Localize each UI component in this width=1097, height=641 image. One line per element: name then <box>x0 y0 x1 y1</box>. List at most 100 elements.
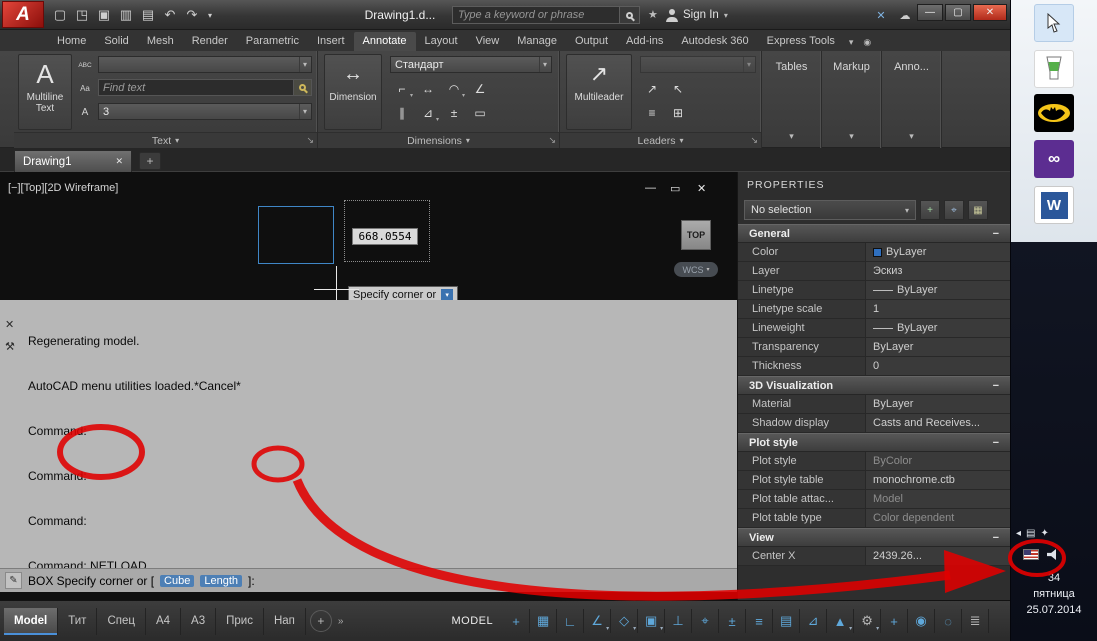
leader-remove-icon[interactable]: ↖ <box>666 79 690 99</box>
property-value[interactable]: 0 <box>866 357 1010 375</box>
property-value[interactable]: Model <box>866 490 1010 508</box>
layout-tab[interactable]: А3 <box>181 608 216 635</box>
tab-view[interactable]: View <box>467 32 509 51</box>
command-window-close-icon[interactable]: ✕ <box>5 318 14 331</box>
annotation-visibility-icon[interactable]: ▲▾ <box>827 609 854 633</box>
annotation-scale-add-icon[interactable]: + <box>881 609 908 633</box>
tray-shield-icon[interactable]: ✦ <box>1040 528 1048 539</box>
property-value[interactable]: 1 <box>866 300 1010 318</box>
dim-linear-icon[interactable]: ⌐▾ <box>390 79 414 99</box>
dynamic-input-icon[interactable]: ± <box>719 609 746 633</box>
dim-style-combo[interactable]: Стандарт ▾ <box>390 56 552 73</box>
workspace-gear-icon[interactable]: ⚙▾ <box>854 609 881 633</box>
property-value[interactable]: Эскиз <box>866 262 1010 280</box>
select-objects-icon[interactable]: ⌖ <box>944 200 964 220</box>
multileader-button[interactable]: ↗ Multileader <box>566 54 632 130</box>
dynamic-dimension-input[interactable]: 668.0554 <box>352 228 418 245</box>
layout-tab[interactable]: Спец <box>97 608 146 635</box>
snap-icon[interactable]: + <box>503 609 530 633</box>
text-height-icon[interactable]: A <box>76 104 94 120</box>
file-tab-close-icon[interactable]: ✕ <box>115 156 123 167</box>
collapse-icon[interactable]: − <box>993 380 999 392</box>
desktop-icon-word[interactable]: W <box>1034 186 1074 224</box>
exchange-apps-icon[interactable]: ✕ <box>872 7 890 23</box>
volume-icon[interactable] <box>1047 549 1059 560</box>
command-history[interactable]: ✕ ⚒ Regenerating model. AutoCAD menu uti… <box>0 300 737 568</box>
leader-collect-icon[interactable]: ⊞ <box>666 103 690 123</box>
tray-display-icon[interactable]: ▤ <box>1026 528 1035 539</box>
search-input[interactable] <box>452 6 620 24</box>
dim-continue-icon[interactable]: ⊿▾ <box>416 103 440 123</box>
text-panel-label[interactable]: Text ▾ <box>14 132 317 148</box>
minimize-button[interactable]: — <box>917 4 943 21</box>
property-value[interactable]: Casts and Receives... <box>866 414 1010 432</box>
ribbon-options-icon[interactable]: ▾ <box>844 34 859 51</box>
desktop-icon-cursor[interactable] <box>1034 4 1074 42</box>
sign-in-button[interactable]: Sign In ▾ <box>666 0 728 30</box>
dimensions-panel-launcher-icon[interactable]: ↘ <box>548 135 556 146</box>
close-button[interactable]: ✕ <box>973 4 1007 21</box>
drawing-canvas[interactable]: [−][Top][2D Wireframe] — ▭ ✕ 668.0554 Sp… <box>0 172 737 600</box>
text-height-combo[interactable]: 3 ▾ <box>98 103 312 120</box>
panel-markup[interactable]: Markup ▾ <box>822 51 882 148</box>
property-value[interactable]: monochrome.ctb <box>866 471 1010 489</box>
property-value[interactable]: Color dependent <box>866 509 1010 527</box>
lineweight-icon[interactable]: ≡ <box>746 609 773 633</box>
tab-addins[interactable]: Add-ins <box>617 32 672 51</box>
tab-layout[interactable]: Layout <box>416 32 467 51</box>
property-value[interactable]: ByLayer <box>866 395 1010 413</box>
desktop-icon-drink[interactable] <box>1034 50 1074 88</box>
tab-mesh[interactable]: Mesh <box>138 32 183 51</box>
dimensions-panel-label[interactable]: Dimensions ▾ <box>318 132 559 148</box>
tab-render[interactable]: Render <box>183 32 237 51</box>
dim-aligned-icon[interactable]: ↔ <box>416 79 440 99</box>
transparency-icon[interactable]: ▤ <box>773 609 800 633</box>
communication-center-icon[interactable]: ☁ <box>896 7 914 23</box>
panel-annotation[interactable]: Anno... ▾ <box>882 51 942 148</box>
tab-annotate[interactable]: Annotate <box>354 32 416 51</box>
leaders-panel-launcher-icon[interactable]: ↘ <box>750 135 758 146</box>
favorites-star-icon[interactable]: ★ <box>648 8 658 21</box>
text-style-icon[interactable]: Aa <box>76 80 94 96</box>
recent-commands-icon[interactable]: ✎ <box>5 572 22 589</box>
ribbon-state-icon[interactable]: ◉ <box>858 34 876 51</box>
tab-autodesk360[interactable]: Autodesk 360 <box>672 32 757 51</box>
collapse-icon[interactable]: − <box>993 532 999 544</box>
dim-arc-icon[interactable]: ◠▾ <box>442 79 466 99</box>
selection-cycling-icon[interactable]: ⊿ <box>800 609 827 633</box>
tray-expand-icon[interactable]: ◂ <box>1016 528 1021 539</box>
tab-output[interactable]: Output <box>566 32 617 51</box>
tab-manage[interactable]: Manage <box>508 32 566 51</box>
layout-tab-model[interactable]: Model <box>4 608 58 635</box>
dim-baseline-icon[interactable]: ∥ <box>390 103 414 123</box>
osnap-icon[interactable]: ▣▾ <box>638 609 665 633</box>
viewcube[interactable]: TOP <box>681 220 711 250</box>
new-tab-button[interactable]: + <box>139 152 161 170</box>
keyboard-language-icon[interactable] <box>1023 549 1039 560</box>
viewport-minimize-icon[interactable]: — <box>645 182 656 194</box>
property-value[interactable]: ByLayer <box>866 338 1010 356</box>
leaders-panel-label[interactable]: Leaders ▾ <box>560 132 761 148</box>
dim-angular-icon[interactable]: ∠ <box>468 79 492 99</box>
isodraft-icon[interactable]: ◇▾ <box>611 609 638 633</box>
layout-tab[interactable]: Нап <box>264 608 306 635</box>
multiline-text-button[interactable]: A Multiline Text <box>18 54 72 130</box>
grid-icon[interactable]: ▦ <box>530 609 557 633</box>
new-file-icon[interactable]: ▢ <box>50 5 70 25</box>
text-panel-launcher-icon[interactable]: ↘ <box>306 135 314 146</box>
otrack-icon[interactable]: ⊥ <box>665 609 692 633</box>
polar-tracking-icon[interactable]: ∠▾ <box>584 609 611 633</box>
leader-add-icon[interactable]: ↗ <box>640 79 664 99</box>
spellcheck-icon[interactable]: ABC <box>76 57 94 73</box>
layout-tab[interactable]: А4 <box>146 608 181 635</box>
pickadd-toggle-icon[interactable]: + <box>920 200 940 220</box>
wcs-menu[interactable]: WCS ▾ <box>674 262 718 277</box>
viewport-close-icon[interactable]: ✕ <box>697 182 706 195</box>
selection-combo[interactable]: No selection ▾ <box>744 200 916 220</box>
save-icon[interactable]: ▣ <box>94 5 114 25</box>
layout-overflow-icon[interactable]: » <box>338 616 344 627</box>
collapse-icon[interactable]: − <box>993 437 999 449</box>
tab-home[interactable]: Home <box>48 32 95 51</box>
property-value[interactable]: ByLayer <box>866 243 1010 261</box>
maximize-button[interactable]: ▢ <box>945 4 971 21</box>
